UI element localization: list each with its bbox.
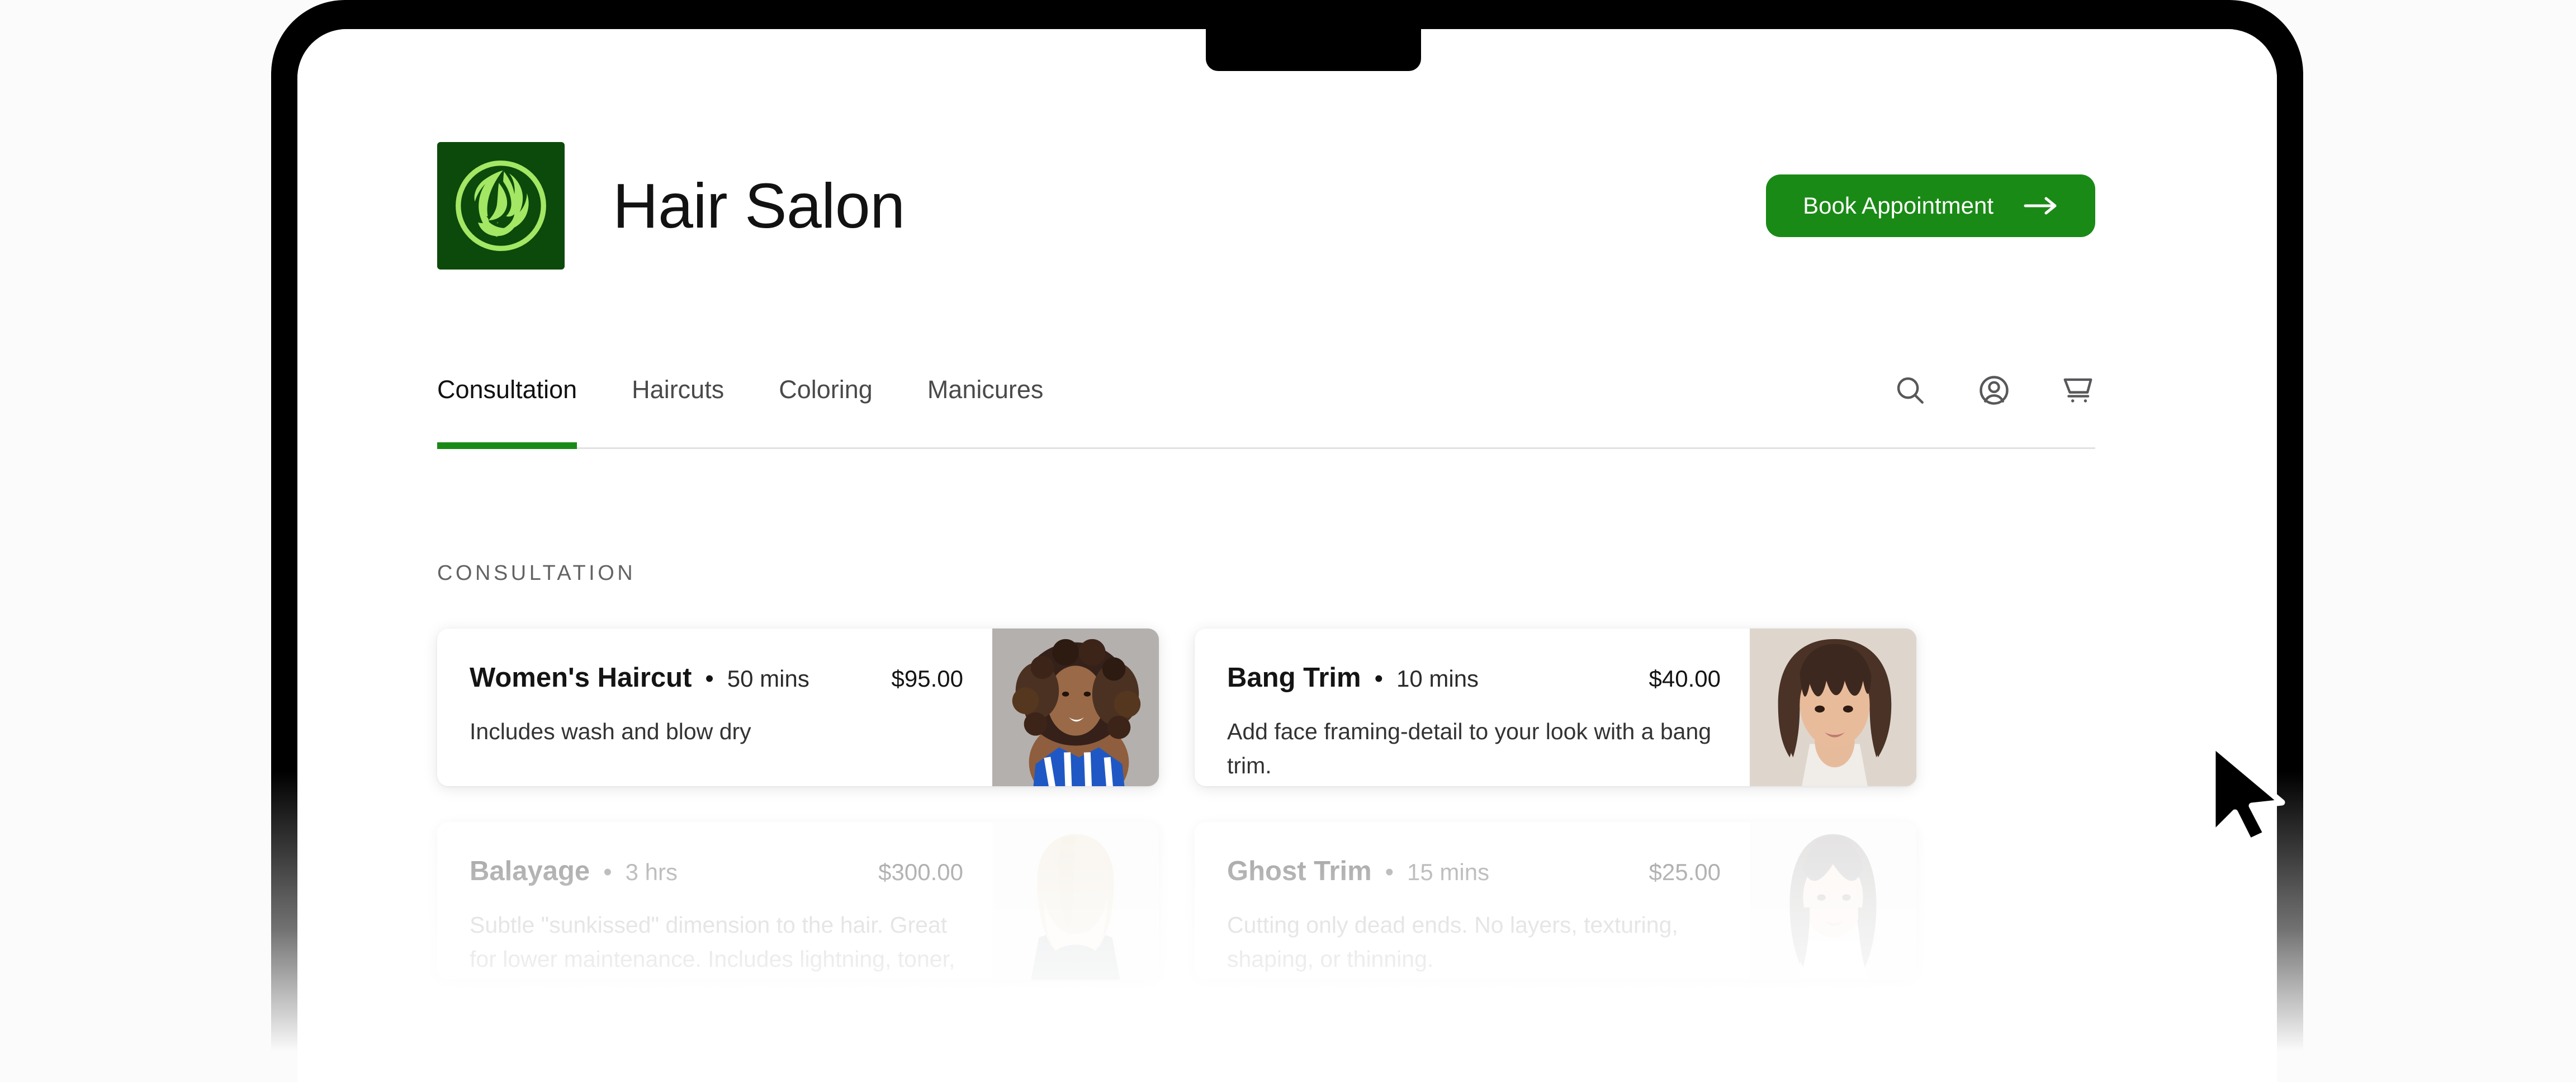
device-notch (1206, 29, 1421, 71)
device-screen: Hair Salon Book Appointment Consultation (297, 29, 2277, 1082)
salon-page: Hair Salon Book Appointment Consultation (297, 29, 2277, 1082)
service-description: Add face framing-detail to your look wit… (1227, 719, 1712, 778)
service-title: Women's Haircut (470, 663, 692, 693)
nav-tabs: Consultation Haircuts Coloring Manicures (437, 356, 1098, 449)
service-title-group: Ghost Trim • 15 mins (1227, 856, 1489, 887)
card-slot: Ghost Trim • 15 mins $25.00 Cutting only… (1177, 804, 1934, 998)
separator-dot: • (1385, 858, 1394, 886)
category-navbar: Consultation Haircuts Coloring Manicures (437, 356, 2095, 449)
card-slot: Women's Haircut • 50 mins $95.00 Include… (419, 611, 1177, 804)
service-title: Bang Trim (1227, 663, 1361, 693)
service-thumbnail (1750, 822, 1916, 980)
service-price: $40.00 (1649, 665, 1721, 692)
site-header: Hair Salon Book Appointment (437, 142, 2095, 270)
service-duration: 3 hrs (625, 859, 678, 885)
service-card-body: Balayage • 3 hrs $300.00 Subtle "sunkiss… (437, 822, 992, 980)
services-grid: Women's Haircut • 50 mins $95.00 Include… (419, 611, 2113, 998)
cart-icon[interactable] (2061, 373, 2095, 408)
tab-coloring-label: Coloring (779, 375, 873, 404)
woman-profile-hair-logo-icon (456, 160, 546, 251)
service-price: $300.00 (878, 859, 963, 885)
service-card-topline: Bang Trim • 10 mins $40.00 (1227, 662, 1725, 693)
woman-with-bob-and-bangs-photo (1750, 629, 1916, 786)
book-appointment-button[interactable]: Book Appointment (1766, 174, 2095, 237)
separator-dot: • (705, 665, 714, 692)
woman-with-curly-hair-photo (992, 629, 1159, 786)
service-duration: 10 mins (1396, 665, 1479, 692)
arrow-right-icon (2024, 197, 2057, 215)
service-description: Includes wash and blow dry (470, 719, 751, 744)
service-price: $95.00 (891, 665, 963, 692)
nav-icons (1893, 356, 2095, 408)
card-slot: Balayage • 3 hrs $300.00 Subtle "sunkiss… (419, 804, 1177, 998)
woman-with-long-dark-hair-photo (1750, 822, 1916, 980)
service-card-topline: Ghost Trim • 15 mins $25.00 (1227, 856, 1725, 887)
tab-manicures-label: Manicures (927, 375, 1044, 404)
section-heading: CONSULTATION (437, 561, 636, 585)
tab-haircuts[interactable]: Haircuts (632, 356, 724, 447)
service-thumbnail (992, 822, 1159, 980)
service-card-topline: Balayage • 3 hrs $300.00 (470, 856, 968, 887)
service-price: $25.00 (1649, 859, 1721, 885)
service-card-topline: Women's Haircut • 50 mins $95.00 (470, 662, 968, 693)
service-card-body: Bang Trim • 10 mins $40.00 Add face fram… (1195, 629, 1750, 786)
separator-dot: • (603, 858, 612, 886)
search-icon[interactable] (1893, 373, 1928, 408)
tab-consultation[interactable]: Consultation (437, 356, 577, 449)
brand[interactable]: Hair Salon (437, 142, 905, 270)
service-description: Subtle "sunkissed" dimension to the hair… (470, 912, 955, 972)
brand-title: Hair Salon (613, 171, 905, 241)
device-frame: Hair Salon Book Appointment Consultation (271, 0, 2303, 1082)
card-slot: Bang Trim • 10 mins $40.00 Add face fram… (1177, 611, 1934, 804)
tab-manicures[interactable]: Manicures (927, 356, 1044, 447)
account-icon[interactable] (1977, 373, 2011, 408)
service-duration: 50 mins (727, 665, 809, 692)
service-thumbnail (992, 629, 1159, 786)
separator-dot: • (1374, 665, 1383, 692)
service-title: Balayage (470, 856, 590, 886)
service-card-balayage[interactable]: Balayage • 3 hrs $300.00 Subtle "sunkiss… (437, 822, 1159, 980)
service-card-womens-haircut[interactable]: Women's Haircut • 50 mins $95.00 Include… (437, 629, 1159, 786)
tab-haircuts-label: Haircuts (632, 375, 724, 404)
service-card-ghost-trim[interactable]: Ghost Trim • 15 mins $25.00 Cutting only… (1195, 822, 1916, 980)
service-title-group: Women's Haircut • 50 mins (470, 662, 809, 693)
service-thumbnail (1750, 629, 1916, 786)
tab-consultation-label: Consultation (437, 375, 577, 404)
service-title-group: Bang Trim • 10 mins (1227, 662, 1479, 693)
tab-coloring[interactable]: Coloring (779, 356, 873, 447)
service-title: Ghost Trim (1227, 856, 1372, 886)
book-appointment-label: Book Appointment (1803, 192, 1993, 219)
service-title-group: Balayage • 3 hrs (470, 856, 678, 887)
blonde-balayage-hair-photo (992, 822, 1159, 980)
service-card-body: Ghost Trim • 15 mins $25.00 Cutting only… (1195, 822, 1750, 980)
service-description: Cutting only dead ends. No layers, textu… (1227, 912, 1678, 972)
brand-logo (437, 142, 565, 270)
service-duration: 15 mins (1407, 859, 1490, 885)
service-card-bang-trim[interactable]: Bang Trim • 10 mins $40.00 Add face fram… (1195, 629, 1916, 786)
service-card-body: Women's Haircut • 50 mins $95.00 Include… (437, 629, 992, 786)
